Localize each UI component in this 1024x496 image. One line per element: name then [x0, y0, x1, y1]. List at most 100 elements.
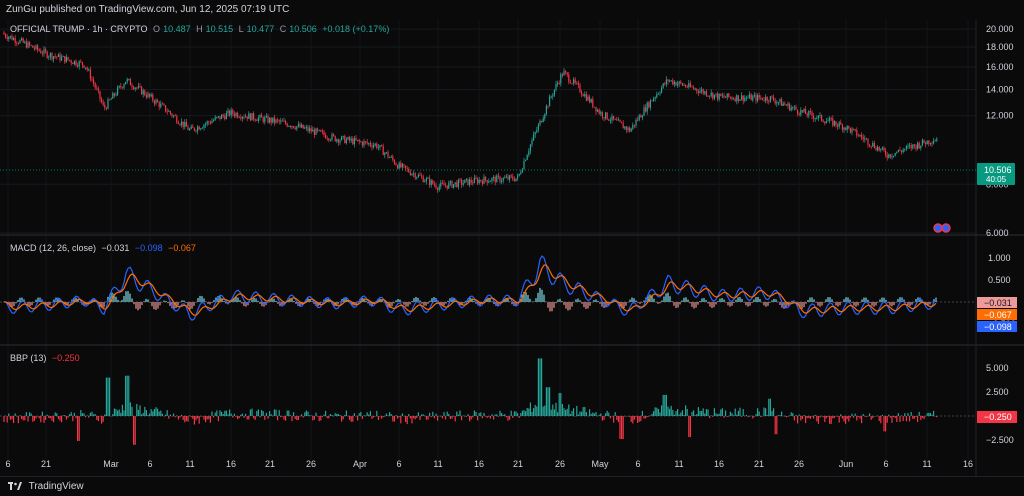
candle-body: [413, 173, 415, 175]
candle-body: [569, 81, 571, 84]
bbp-bar: [406, 416, 408, 425]
candle-body: [601, 112, 603, 118]
time-axis-label: Apr: [353, 459, 367, 469]
candle-body: [928, 140, 930, 144]
candle-body: [208, 121, 210, 123]
candle-body: [563, 71, 565, 76]
candle-body: [542, 118, 544, 123]
macd-hist-bar: [677, 302, 679, 308]
event-markers[interactable]: [933, 223, 951, 233]
bbp-bar: [307, 411, 309, 416]
candle-body: [353, 138, 355, 145]
candle-body: [136, 87, 138, 89]
candle-body: [657, 93, 659, 95]
candle-body: [725, 97, 727, 98]
time-axis-label: 11: [922, 459, 931, 469]
macd-hist-bar: [67, 302, 69, 305]
bbp-bar: [264, 416, 266, 420]
candle-body: [233, 113, 235, 117]
macd-hist-bar: [693, 302, 695, 309]
candle-body: [653, 98, 655, 101]
candle-body: [544, 114, 546, 119]
candle-body: [123, 84, 125, 88]
time-axis-label: 21: [754, 459, 764, 469]
bbp-bar: [233, 413, 235, 416]
bbp-bar: [550, 409, 552, 416]
candle-body: [289, 126, 291, 128]
candle-body: [574, 79, 576, 83]
candle-body: [358, 139, 360, 142]
candle-body: [139, 85, 141, 87]
macd-hist-bar: [755, 297, 757, 302]
bbp-bar: [21, 416, 23, 419]
candle-body: [761, 97, 763, 100]
candle-body: [61, 56, 63, 61]
macd-hist-bar: [889, 302, 891, 306]
bbp-bar: [341, 416, 343, 422]
bbp-bar: [669, 408, 671, 416]
bbp-bar: [206, 416, 208, 420]
bbp-bar: [400, 416, 402, 424]
time-axis-label: 21: [265, 459, 275, 469]
bbp-bar: [862, 414, 864, 416]
macd-hist-bar: [871, 302, 873, 306]
bbp-bar: [670, 405, 672, 416]
bbp-title[interactable]: BBP (13): [10, 353, 46, 363]
symbol-label[interactable]: OFFICIAL TRUMP · 1h · CRYPTO: [10, 24, 148, 34]
candle-body: [766, 96, 768, 101]
bbp-bar: [896, 416, 898, 423]
footer: TradingView: [0, 476, 1024, 496]
bbp-bar: [705, 409, 707, 416]
candle-body: [545, 105, 547, 115]
candle-body: [459, 179, 461, 181]
candle-body: [768, 100, 770, 102]
bbp-bar: [886, 416, 888, 423]
bbp-bar: [8, 413, 10, 416]
bbp-bar: [699, 410, 701, 416]
bbp-bar: [229, 409, 231, 416]
candle-body: [27, 42, 29, 48]
candle-body: [288, 126, 290, 127]
macd-hist-bar: [779, 302, 781, 305]
bbp-bar: [173, 413, 175, 416]
event-marker-2[interactable]: [941, 223, 951, 233]
candle-body: [241, 116, 243, 119]
candle-body: [381, 145, 383, 147]
grid-lines: [0, 20, 976, 460]
bbp-bar: [557, 412, 559, 416]
bbp-bar: [829, 416, 831, 424]
candle-body: [94, 83, 96, 88]
time-axis-label: 26: [306, 459, 316, 469]
bbp-bar: [254, 416, 256, 420]
bbp-bar: [529, 402, 531, 416]
candle-body: [363, 141, 365, 146]
bbp-bar: [781, 411, 783, 416]
candle-body: [845, 127, 847, 130]
candle-body: [640, 115, 642, 118]
bbp-bar: [806, 416, 808, 419]
bbp-bar: [56, 413, 58, 416]
brand-name[interactable]: TradingView: [29, 481, 84, 492]
candle-body: [398, 162, 400, 169]
candle-body: [923, 139, 925, 143]
publisher-header: ZunGu published on TradingView.com, Jun …: [0, 0, 1024, 20]
candle-body: [808, 111, 810, 116]
bbp-bar: [667, 406, 669, 416]
bbp-bar: [25, 412, 27, 416]
macd-hist-bar: [737, 297, 739, 302]
bbp-bar: [709, 416, 711, 419]
macd-title[interactable]: MACD (12, 26, close): [10, 243, 96, 253]
candle-body: [53, 56, 55, 60]
macd-hist-bar: [557, 299, 559, 302]
macd-hist-bar: [853, 302, 855, 306]
candle-body: [157, 100, 159, 103]
candle-body: [305, 127, 307, 128]
bbp-bar: [219, 410, 221, 416]
macd-hist-bar: [535, 298, 537, 302]
macd-hist-bar: [563, 302, 565, 305]
bbp-bar: [427, 416, 429, 420]
bbp-bar: [880, 416, 882, 424]
event-marker-1[interactable]: [933, 223, 943, 233]
candle-body: [704, 91, 706, 94]
macd-hist-bar: [879, 299, 881, 302]
